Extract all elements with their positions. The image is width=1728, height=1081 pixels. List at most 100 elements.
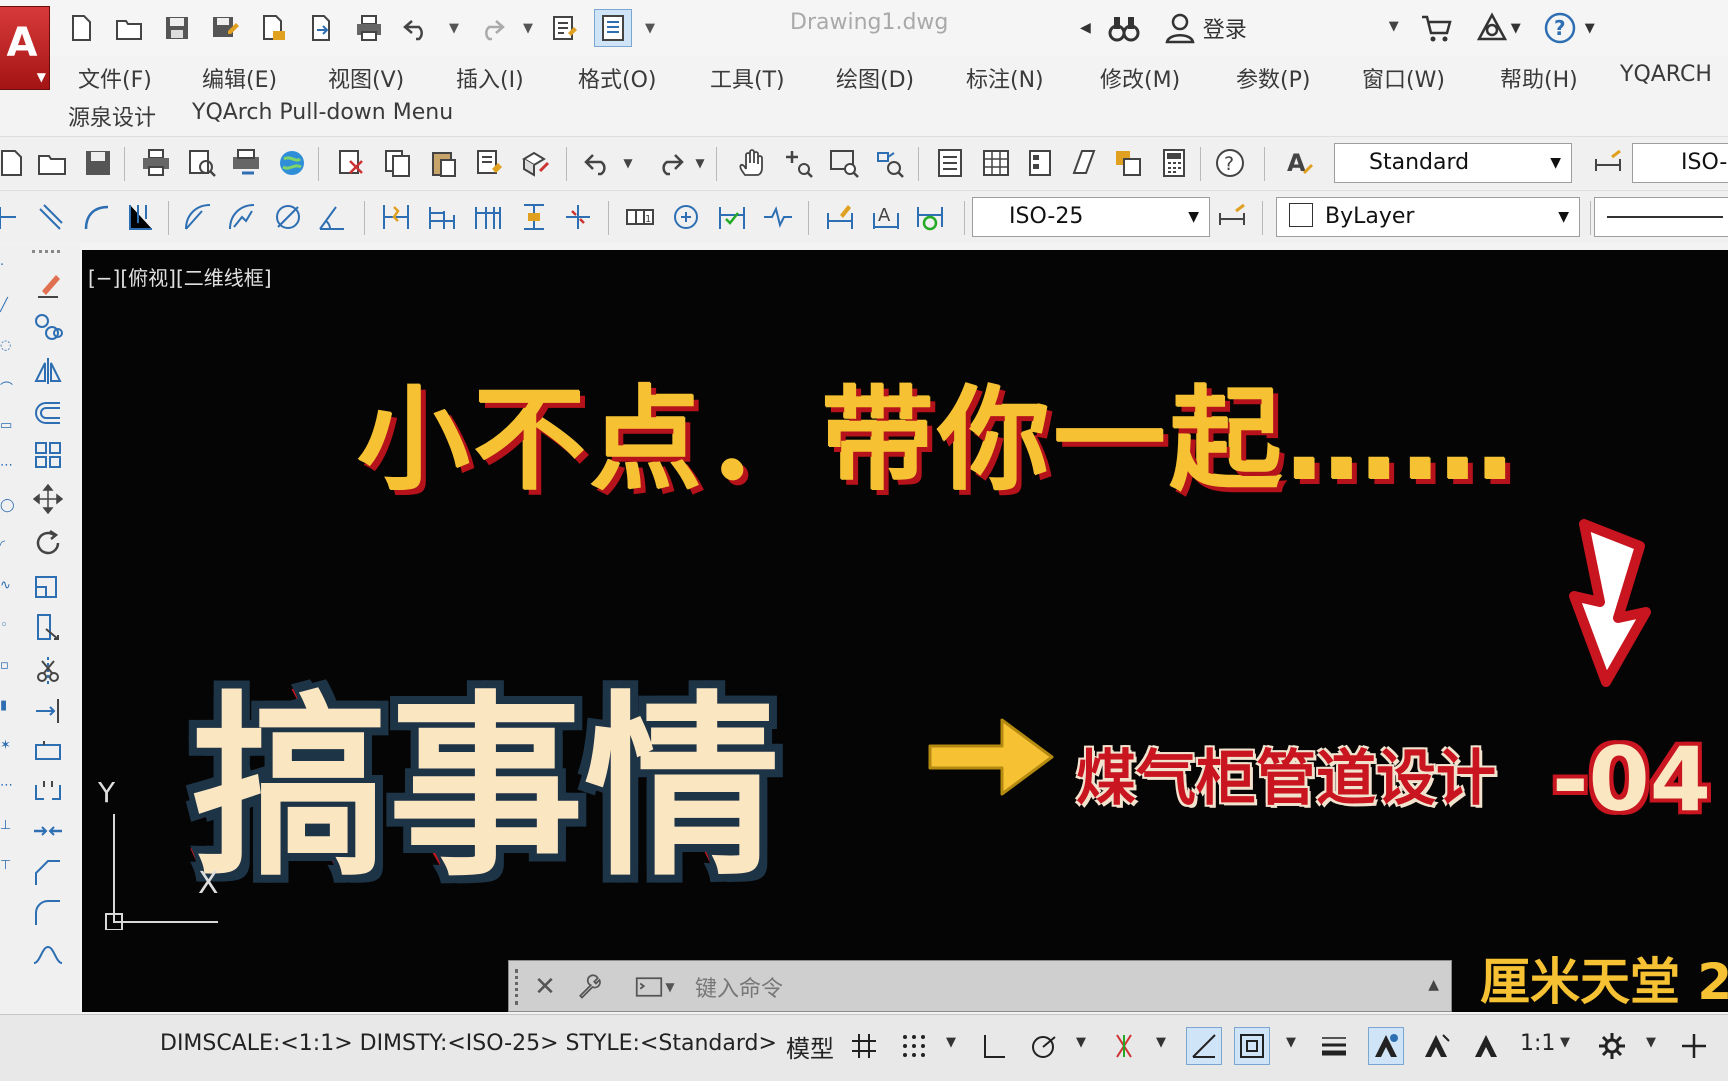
join-icon[interactable]	[28, 812, 68, 850]
jogged-linear-icon[interactable]	[760, 199, 796, 235]
save-as-icon[interactable]	[206, 9, 244, 47]
trim-icon[interactable]	[28, 652, 68, 690]
sign-in-button[interactable]: 登录	[1163, 11, 1247, 45]
rotate-icon[interactable]	[28, 524, 68, 562]
new-file-icon[interactable]	[62, 9, 100, 47]
color-control-select[interactable]: ByLayer ▼	[1276, 197, 1580, 237]
collapse-search-arrow-icon[interactable]: ◀	[1080, 20, 1091, 36]
undo-icon[interactable]	[580, 145, 616, 181]
break-at-point-icon[interactable]	[28, 732, 68, 770]
text-style-select[interactable]: Standard ▼	[1334, 143, 1572, 183]
dimension-space-icon[interactable]	[516, 199, 552, 235]
snap-dropdown-icon[interactable]: ▼	[946, 1035, 956, 1050]
customize-wrench-icon[interactable]	[571, 969, 607, 1005]
workspace-gear-icon[interactable]	[1594, 1027, 1630, 1065]
chamfer-icon[interactable]	[28, 854, 68, 892]
recent-commands-icon[interactable]: ▼	[627, 969, 683, 1005]
linear-dimension-icon[interactable]	[0, 199, 28, 235]
open-icon[interactable]	[34, 145, 70, 181]
plot-icon[interactable]	[138, 145, 174, 181]
tool-palettes-icon[interactable]	[1022, 145, 1058, 181]
stretch-icon[interactable]	[28, 608, 68, 646]
menu-yqarch[interactable]: YQARCH	[1620, 62, 1712, 87]
tolerance-icon[interactable]: 1	[622, 199, 658, 235]
paste-icon[interactable]	[426, 145, 462, 181]
binoculars-icon[interactable]	[1107, 11, 1141, 45]
object-snap-icon[interactable]	[1234, 1027, 1270, 1065]
toolbar-grip[interactable]	[32, 250, 60, 259]
menu-dimension[interactable]: 标注(N)	[966, 62, 1044, 94]
copy-object-icon[interactable]	[28, 308, 68, 346]
menu-modify[interactable]: 修改(M)	[1100, 62, 1180, 94]
model-space-toggle[interactable]: 模型	[786, 1029, 834, 1064]
open-file-icon[interactable]	[110, 9, 148, 47]
cut-icon[interactable]	[334, 145, 370, 181]
snap-mode-icon[interactable]	[896, 1027, 932, 1065]
aligned-dimension-icon[interactable]	[34, 199, 70, 235]
quickcalc-icon[interactable]	[1156, 145, 1192, 181]
publish-icon[interactable]	[254, 9, 292, 47]
dimension-break-icon[interactable]	[560, 199, 596, 235]
pan-icon[interactable]	[734, 145, 770, 181]
dimension-text-edit-icon[interactable]: A	[868, 199, 904, 235]
polar-dropdown-icon[interactable]: ▼	[1076, 1035, 1086, 1050]
save-icon[interactable]	[158, 9, 196, 47]
block-editor-icon[interactable]	[518, 145, 554, 181]
move-icon[interactable]	[28, 480, 68, 518]
polar-tracking-icon[interactable]	[1026, 1027, 1062, 1065]
cart-icon[interactable]	[1419, 11, 1453, 45]
annotation-scale-value[interactable]: 1:1	[1520, 1031, 1555, 1056]
grid-icon[interactable]	[846, 1027, 882, 1065]
redo-icon[interactable]	[472, 9, 510, 47]
object-snap-dropdown-icon[interactable]: ▼	[1286, 1035, 1296, 1050]
save-icon[interactable]	[80, 145, 116, 181]
arc-length-icon[interactable]	[78, 199, 114, 235]
viewport-controls-label[interactable]: [−][俯视][二维线框]	[88, 262, 272, 291]
auto-scale-icon[interactable]	[1418, 1027, 1454, 1065]
zoom-window-icon[interactable]	[826, 145, 862, 181]
match-properties-icon[interactable]	[546, 9, 584, 47]
annotation-scale-icon[interactable]	[1468, 1027, 1504, 1065]
redo-icon[interactable]	[652, 145, 688, 181]
command-history-up-icon[interactable]: ▲	[1428, 977, 1439, 993]
close-icon[interactable]: ✕	[527, 969, 563, 1005]
menu-yqarch-pulldown[interactable]: YQArch Pull-down Menu	[192, 100, 453, 125]
continue-dimension-icon[interactable]	[470, 199, 506, 235]
markup-set-icon[interactable]	[1110, 145, 1146, 181]
scale-icon[interactable]	[28, 566, 68, 604]
ordinate-dimension-icon[interactable]	[122, 199, 158, 235]
object-snap-tracking-icon[interactable]	[1186, 1027, 1222, 1065]
sign-in-dropdown[interactable]: ▼	[1269, 13, 1399, 43]
inspection-icon[interactable]	[714, 199, 750, 235]
dimension-style-select[interactable]: ISO-25 ▼	[972, 197, 1210, 237]
ortho-mode-icon[interactable]	[976, 1027, 1012, 1065]
dimension-edit-icon[interactable]	[822, 199, 858, 235]
diameter-dimension-icon[interactable]	[270, 199, 306, 235]
menu-help[interactable]: 帮助(H)	[1500, 62, 1578, 94]
plot-icon[interactable]	[350, 9, 388, 47]
dimension-update-icon[interactable]	[912, 199, 948, 235]
sheet-set-icon[interactable]	[1066, 145, 1102, 181]
properties-palette-icon[interactable]	[932, 145, 968, 181]
publish-icon[interactable]	[228, 145, 264, 181]
redo-dropdown-icon[interactable]: ▼	[692, 145, 708, 181]
menu-yuanquan-design[interactable]: 源泉设计	[68, 100, 156, 132]
export-icon[interactable]	[302, 9, 340, 47]
offset-icon[interactable]	[28, 394, 68, 432]
extend-icon[interactable]	[28, 692, 68, 730]
command-input[interactable]: 键入命令	[695, 971, 783, 1003]
array-icon[interactable]	[28, 436, 68, 474]
copy-icon[interactable]	[380, 145, 416, 181]
zoom-previous-icon[interactable]	[872, 145, 908, 181]
undo-dropdown-icon[interactable]: ▼	[446, 9, 462, 47]
jogged-dimension-icon[interactable]	[224, 199, 260, 235]
autodesk-exchange-icon[interactable]: ▼	[1475, 11, 1521, 45]
menu-window[interactable]: 窗口(W)	[1362, 62, 1445, 94]
menu-file[interactable]: 文件(F)	[78, 62, 152, 94]
zoom-realtime-icon[interactable]	[780, 145, 816, 181]
help-icon[interactable]: ?	[1212, 145, 1248, 181]
blend-curves-icon[interactable]	[28, 936, 68, 974]
undo-icon[interactable]	[398, 9, 436, 47]
3d-dwf-icon[interactable]	[274, 145, 310, 181]
qnew-icon[interactable]	[0, 145, 30, 181]
